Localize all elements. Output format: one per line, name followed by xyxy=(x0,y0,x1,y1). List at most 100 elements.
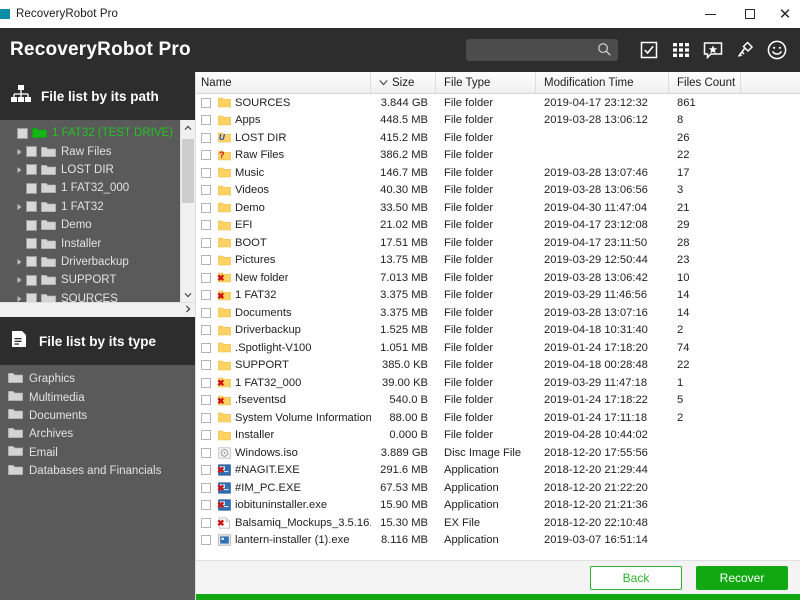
recover-button[interactable]: Recover xyxy=(696,565,788,590)
row-checkbox[interactable] xyxy=(201,360,211,371)
tree-scroll-thumb[interactable] xyxy=(182,139,194,203)
file-type-list[interactable]: Graphics Multimedia Documents Archives Email… xyxy=(0,365,195,600)
expand-arrow-icon[interactable] xyxy=(13,295,26,302)
table-row[interactable]: Installer 0.000 B File folder 2019-04-28 10… xyxy=(196,427,800,445)
table-row[interactable]: ✖ .fseventsd 540.0 B File folder 2019-01-24 … xyxy=(196,392,800,410)
search-input[interactable] xyxy=(466,40,590,60)
tree-node[interactable]: 1 FAT32 (TEST DRIVE) xyxy=(0,124,180,142)
row-checkbox[interactable] xyxy=(201,202,211,213)
table-row[interactable]: lantern-installer (1).exe 8.116 MB Applica… xyxy=(196,532,800,550)
row-checkbox[interactable] xyxy=(201,307,211,318)
tree-node-checkbox[interactable] xyxy=(26,219,37,231)
table-row[interactable]: SUPPORT 385.0 KB File folder 2019-04-18 00:… xyxy=(196,357,800,375)
table-row[interactable]: Pictures 13.75 MB File folder 2019-03-29 12… xyxy=(196,252,800,270)
row-checkbox[interactable] xyxy=(201,220,211,231)
row-checkbox[interactable] xyxy=(201,482,211,493)
table-row[interactable]: ✖ 1 FAT32_000 39.00 KB File folder 2019-03-2… xyxy=(196,374,800,392)
table-row[interactable]: ✖ 1 FAT32 3.375 MB File folder 2019-03-29 11… xyxy=(196,287,800,305)
file-type-item[interactable]: Multimedia xyxy=(0,388,195,406)
column-header-files-count[interactable]: Files Count xyxy=(669,72,741,93)
expand-arrow-icon[interactable] xyxy=(13,258,26,266)
close-button[interactable]: ✕ xyxy=(770,0,800,28)
file-list-rows[interactable]: SOURCES 3.844 GB File folder 2019-04-17 23:… xyxy=(196,94,800,560)
row-checkbox[interactable] xyxy=(201,342,211,353)
grid-icon[interactable] xyxy=(666,35,696,65)
tree-node[interactable]: SUPPORT xyxy=(0,271,180,289)
table-row[interactable]: ? Raw Files 386.2 MB File folder 22 xyxy=(196,147,800,165)
row-checkbox[interactable] xyxy=(201,132,211,143)
checkbox-icon[interactable] xyxy=(634,35,664,65)
tree-node-checkbox[interactable] xyxy=(26,146,37,158)
expand-arrow-icon[interactable] xyxy=(13,276,26,284)
table-row[interactable]: System Volume Information 88.00 B File fol… xyxy=(196,409,800,427)
expand-arrow-icon[interactable] xyxy=(13,203,26,211)
table-row[interactable]: Music 146.7 MB File folder 2019-03-28 13:07… xyxy=(196,164,800,182)
row-checkbox[interactable] xyxy=(201,325,211,336)
scroll-down-arrow[interactable] xyxy=(181,287,195,302)
column-header-file-type[interactable]: File Type xyxy=(436,72,536,93)
tree-node-checkbox[interactable] xyxy=(26,182,37,194)
tree-node[interactable]: 1 FAT32 xyxy=(0,198,180,216)
maximize-button[interactable] xyxy=(730,0,770,28)
table-row[interactable]: U LOST DIR 415.2 MB File folder 26 xyxy=(196,129,800,147)
row-checkbox[interactable] xyxy=(201,465,211,476)
expand-arrow-icon[interactable] xyxy=(13,148,26,156)
row-checkbox[interactable] xyxy=(201,150,211,161)
path-tree[interactable]: 1 FAT32 (TEST DRIVE) Raw Files LOST DIR 1 F… xyxy=(0,120,180,302)
tree-vertical-scrollbar[interactable] xyxy=(180,120,195,302)
row-checkbox[interactable] xyxy=(201,97,211,108)
expand-arrow-icon[interactable] xyxy=(13,166,26,174)
scroll-up-arrow[interactable] xyxy=(181,120,195,135)
row-checkbox[interactable] xyxy=(201,447,211,458)
file-type-item[interactable]: Email xyxy=(0,444,195,462)
tree-node-checkbox[interactable] xyxy=(26,274,37,286)
tree-node[interactable]: Installer xyxy=(0,234,180,252)
row-checkbox[interactable] xyxy=(201,290,211,301)
file-type-item[interactable]: Databases and Financials xyxy=(0,462,195,480)
tree-node[interactable]: Raw Files xyxy=(0,142,180,160)
tree-horizontal-scrollbar[interactable] xyxy=(0,302,195,317)
table-row[interactable]: ✖ #NAGIT.EXE 291.6 MB Application 2018-12-20… xyxy=(196,462,800,480)
tree-node-checkbox[interactable] xyxy=(17,127,28,139)
tree-node[interactable]: SOURCES xyxy=(0,290,180,302)
file-type-item[interactable]: Archives xyxy=(0,425,195,443)
file-type-item[interactable]: Documents xyxy=(0,407,195,425)
table-row[interactable]: Windows.iso 3.889 GB Disc Image File 2018-1… xyxy=(196,444,800,462)
table-row[interactable]: Demo 33.50 MB File folder 2019-04-30 11:47:… xyxy=(196,199,800,217)
smiley-icon[interactable] xyxy=(762,35,792,65)
table-row[interactable]: Apps 448.5 MB File folder 2019-03-28 13:06:… xyxy=(196,112,800,130)
tree-node[interactable]: LOST DIR xyxy=(0,161,180,179)
row-checkbox[interactable] xyxy=(201,412,211,423)
row-checkbox[interactable] xyxy=(201,237,211,248)
file-type-item[interactable]: Graphics xyxy=(0,370,195,388)
minimize-button[interactable] xyxy=(690,0,730,28)
table-row[interactable]: BOOT 17.51 MB File folder 2019-04-17 23:11:… xyxy=(196,234,800,252)
back-button[interactable]: Back xyxy=(590,565,682,590)
row-checkbox[interactable] xyxy=(201,500,211,511)
table-row[interactable]: Driverbackup 1.525 MB File folder 2019-04-1… xyxy=(196,322,800,340)
row-checkbox[interactable] xyxy=(201,535,211,546)
table-row[interactable]: .Spotlight-V100 1.051 MB File folder 2019-0… xyxy=(196,339,800,357)
column-header-name[interactable]: Name xyxy=(196,72,371,93)
tree-node-checkbox[interactable] xyxy=(26,293,37,302)
row-checkbox[interactable] xyxy=(201,185,211,196)
table-row[interactable]: ✖ Balsamiq_Mockups_3.5.16.ex 15.30 MB EX Fi… xyxy=(196,514,800,532)
table-row[interactable]: ✖ New folder 7.013 MB File folder 2019-03-28… xyxy=(196,269,800,287)
row-checkbox[interactable] xyxy=(201,430,211,441)
row-checkbox[interactable] xyxy=(201,377,211,388)
tree-node[interactable]: Driverbackup xyxy=(0,253,180,271)
key-icon[interactable] xyxy=(730,35,760,65)
table-row[interactable]: Videos 40.30 MB File folder 2019-03-28 13:0… xyxy=(196,182,800,200)
row-checkbox[interactable] xyxy=(201,115,211,126)
tree-scroll-track[interactable] xyxy=(181,135,195,287)
tree-node-checkbox[interactable] xyxy=(26,256,37,268)
row-checkbox[interactable] xyxy=(201,167,211,178)
tree-node-checkbox[interactable] xyxy=(26,238,37,250)
scroll-right-arrow[interactable] xyxy=(180,305,195,315)
row-checkbox[interactable] xyxy=(201,395,211,406)
table-row[interactable]: ✖ iobituninstaller.exe 15.90 MB Application… xyxy=(196,497,800,515)
row-checkbox[interactable] xyxy=(201,255,211,266)
tree-node[interactable]: 1 FAT32_000 xyxy=(0,179,180,197)
table-row[interactable]: SOURCES 3.844 GB File folder 2019-04-17 23:… xyxy=(196,94,800,112)
table-row[interactable]: ✖ #IM_PC.EXE 67.53 MB Application 2018-12-20… xyxy=(196,479,800,497)
